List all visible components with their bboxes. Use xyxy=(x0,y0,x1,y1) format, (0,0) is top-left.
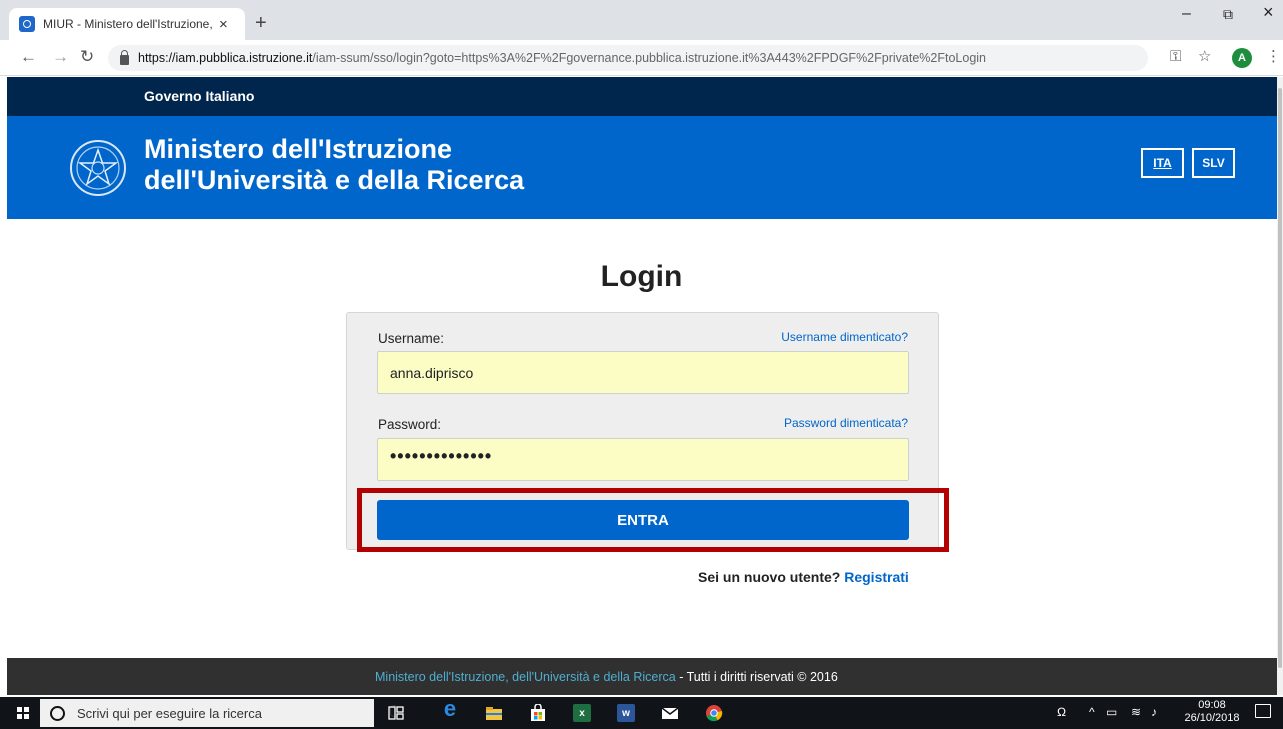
profile-avatar[interactable]: A xyxy=(1232,48,1252,68)
clock[interactable]: 09:08 26/10/2018 xyxy=(1182,699,1242,725)
tray-chevron-icon[interactable]: ^ xyxy=(1089,706,1095,718)
browser-tab-bar: MIUR - Ministero dell'Istruzione, × + – … xyxy=(0,0,1283,40)
key-icon[interactable]: ⚿ xyxy=(1170,49,1181,64)
clock-time: 09:08 xyxy=(1198,699,1226,711)
excel-icon[interactable]: x xyxy=(573,704,591,722)
browser-tab[interactable]: MIUR - Ministero dell'Istruzione, × xyxy=(9,8,245,40)
gov-bar: Governo Italiano xyxy=(7,77,1277,116)
search-placeholder: Scrivi qui per eseguire la ricerca xyxy=(77,705,262,721)
username-label: Username: xyxy=(378,331,445,346)
back-button[interactable]: ← xyxy=(20,48,37,65)
forward-button[interactable]: → xyxy=(52,48,69,65)
tab-close-icon[interactable]: × xyxy=(219,17,228,32)
ministry-title-line1: Ministero dell'Istruzione xyxy=(144,134,452,164)
password-label: Password: xyxy=(378,417,442,432)
battery-icon[interactable]: ▭ xyxy=(1106,706,1117,718)
login-title: Login xyxy=(600,260,683,293)
register-link[interactable]: Registrati xyxy=(844,569,909,585)
tab-title: MIUR - Ministero dell'Istruzione, xyxy=(43,17,213,31)
gov-link[interactable]: Governo Italiano xyxy=(144,88,254,104)
windows-start-icon[interactable] xyxy=(17,707,29,719)
bookmark-star-icon[interactable]: ☆ xyxy=(1198,49,1211,64)
volume-icon[interactable]: ♪ xyxy=(1151,706,1157,718)
chrome-icon[interactable] xyxy=(705,704,723,722)
footer-rights: - Tutti i diritti riservati © 2016 xyxy=(675,670,838,684)
site-header: Ministero dell'Istruzione dell'Universit… xyxy=(7,116,1277,219)
ministry-title[interactable]: Ministero dell'Istruzione dell'Universit… xyxy=(144,134,524,196)
url-text: https://iam.pubblica.istruzione.it/iam-s… xyxy=(138,51,986,65)
taskbar-search[interactable]: Scrivi qui per eseguire la ricerca xyxy=(40,699,398,727)
address-bar: ← → ↻ https://iam.pubblica.istruzione.it… xyxy=(0,40,1283,76)
minimize-button[interactable]: – xyxy=(1182,6,1191,22)
mail-icon[interactable] xyxy=(661,704,679,722)
lock-icon xyxy=(120,49,129,65)
url-bar[interactable]: https://iam.pubblica.istruzione.it/iam-s… xyxy=(108,45,1148,71)
close-window-button[interactable]: × xyxy=(1263,3,1274,21)
url-path: /iam-ssum/sso/login?goto=https%3A%2F%2Fg… xyxy=(312,51,986,65)
task-view-icon[interactable] xyxy=(387,704,405,722)
username-forgot-link[interactable]: Username dimenticato? xyxy=(781,330,908,344)
footer-ministry-link[interactable]: Ministero dell'Istruzione, dell'Universi… xyxy=(375,670,676,684)
store-icon[interactable] xyxy=(529,704,547,722)
clock-date: 26/10/2018 xyxy=(1184,712,1240,724)
lang-slv-button[interactable]: SLV xyxy=(1192,148,1235,178)
maximize-button[interactable]: ⧉ xyxy=(1223,7,1233,21)
password-input[interactable]: •••••••••••••• xyxy=(377,438,909,481)
wifi-icon[interactable]: ≋ xyxy=(1131,706,1141,718)
italian-emblem-icon xyxy=(70,140,126,196)
file-explorer-icon[interactable] xyxy=(485,704,503,722)
notification-icon[interactable] xyxy=(1255,704,1271,718)
highlight-box xyxy=(357,488,949,552)
site-footer: Ministero dell'Istruzione, dell'Universi… xyxy=(7,658,1277,695)
edge-icon[interactable]: e xyxy=(441,696,459,721)
windows-taskbar: Scrivi qui per eseguire la ricerca e x w… xyxy=(0,696,1283,729)
footer-text: Ministero dell'Istruzione, dell'Universi… xyxy=(375,670,838,684)
reload-button[interactable]: ↻ xyxy=(80,48,94,65)
favicon-icon xyxy=(19,16,35,32)
register-prompt: Sei un nuovo utente? Registrati xyxy=(698,569,909,585)
chrome-menu-icon[interactable]: ⋮ xyxy=(1266,49,1281,64)
password-forgot-link[interactable]: Password dimenticata? xyxy=(784,416,908,430)
register-text: Sei un nuovo utente? xyxy=(698,569,841,585)
lang-ita-button[interactable]: ITA xyxy=(1141,148,1184,178)
cortana-icon xyxy=(50,705,65,721)
word-icon[interactable]: w xyxy=(617,704,635,722)
scrollbar-thumb[interactable] xyxy=(1278,88,1282,668)
people-icon[interactable]: Ω xyxy=(1057,706,1066,718)
ministry-title-line2: dell'Università e della Ricerca xyxy=(144,165,525,195)
url-host: https://iam.pubblica.istruzione.it xyxy=(138,51,313,65)
username-input[interactable]: anna.diprisco xyxy=(377,351,909,394)
new-tab-button[interactable]: + xyxy=(255,13,267,33)
